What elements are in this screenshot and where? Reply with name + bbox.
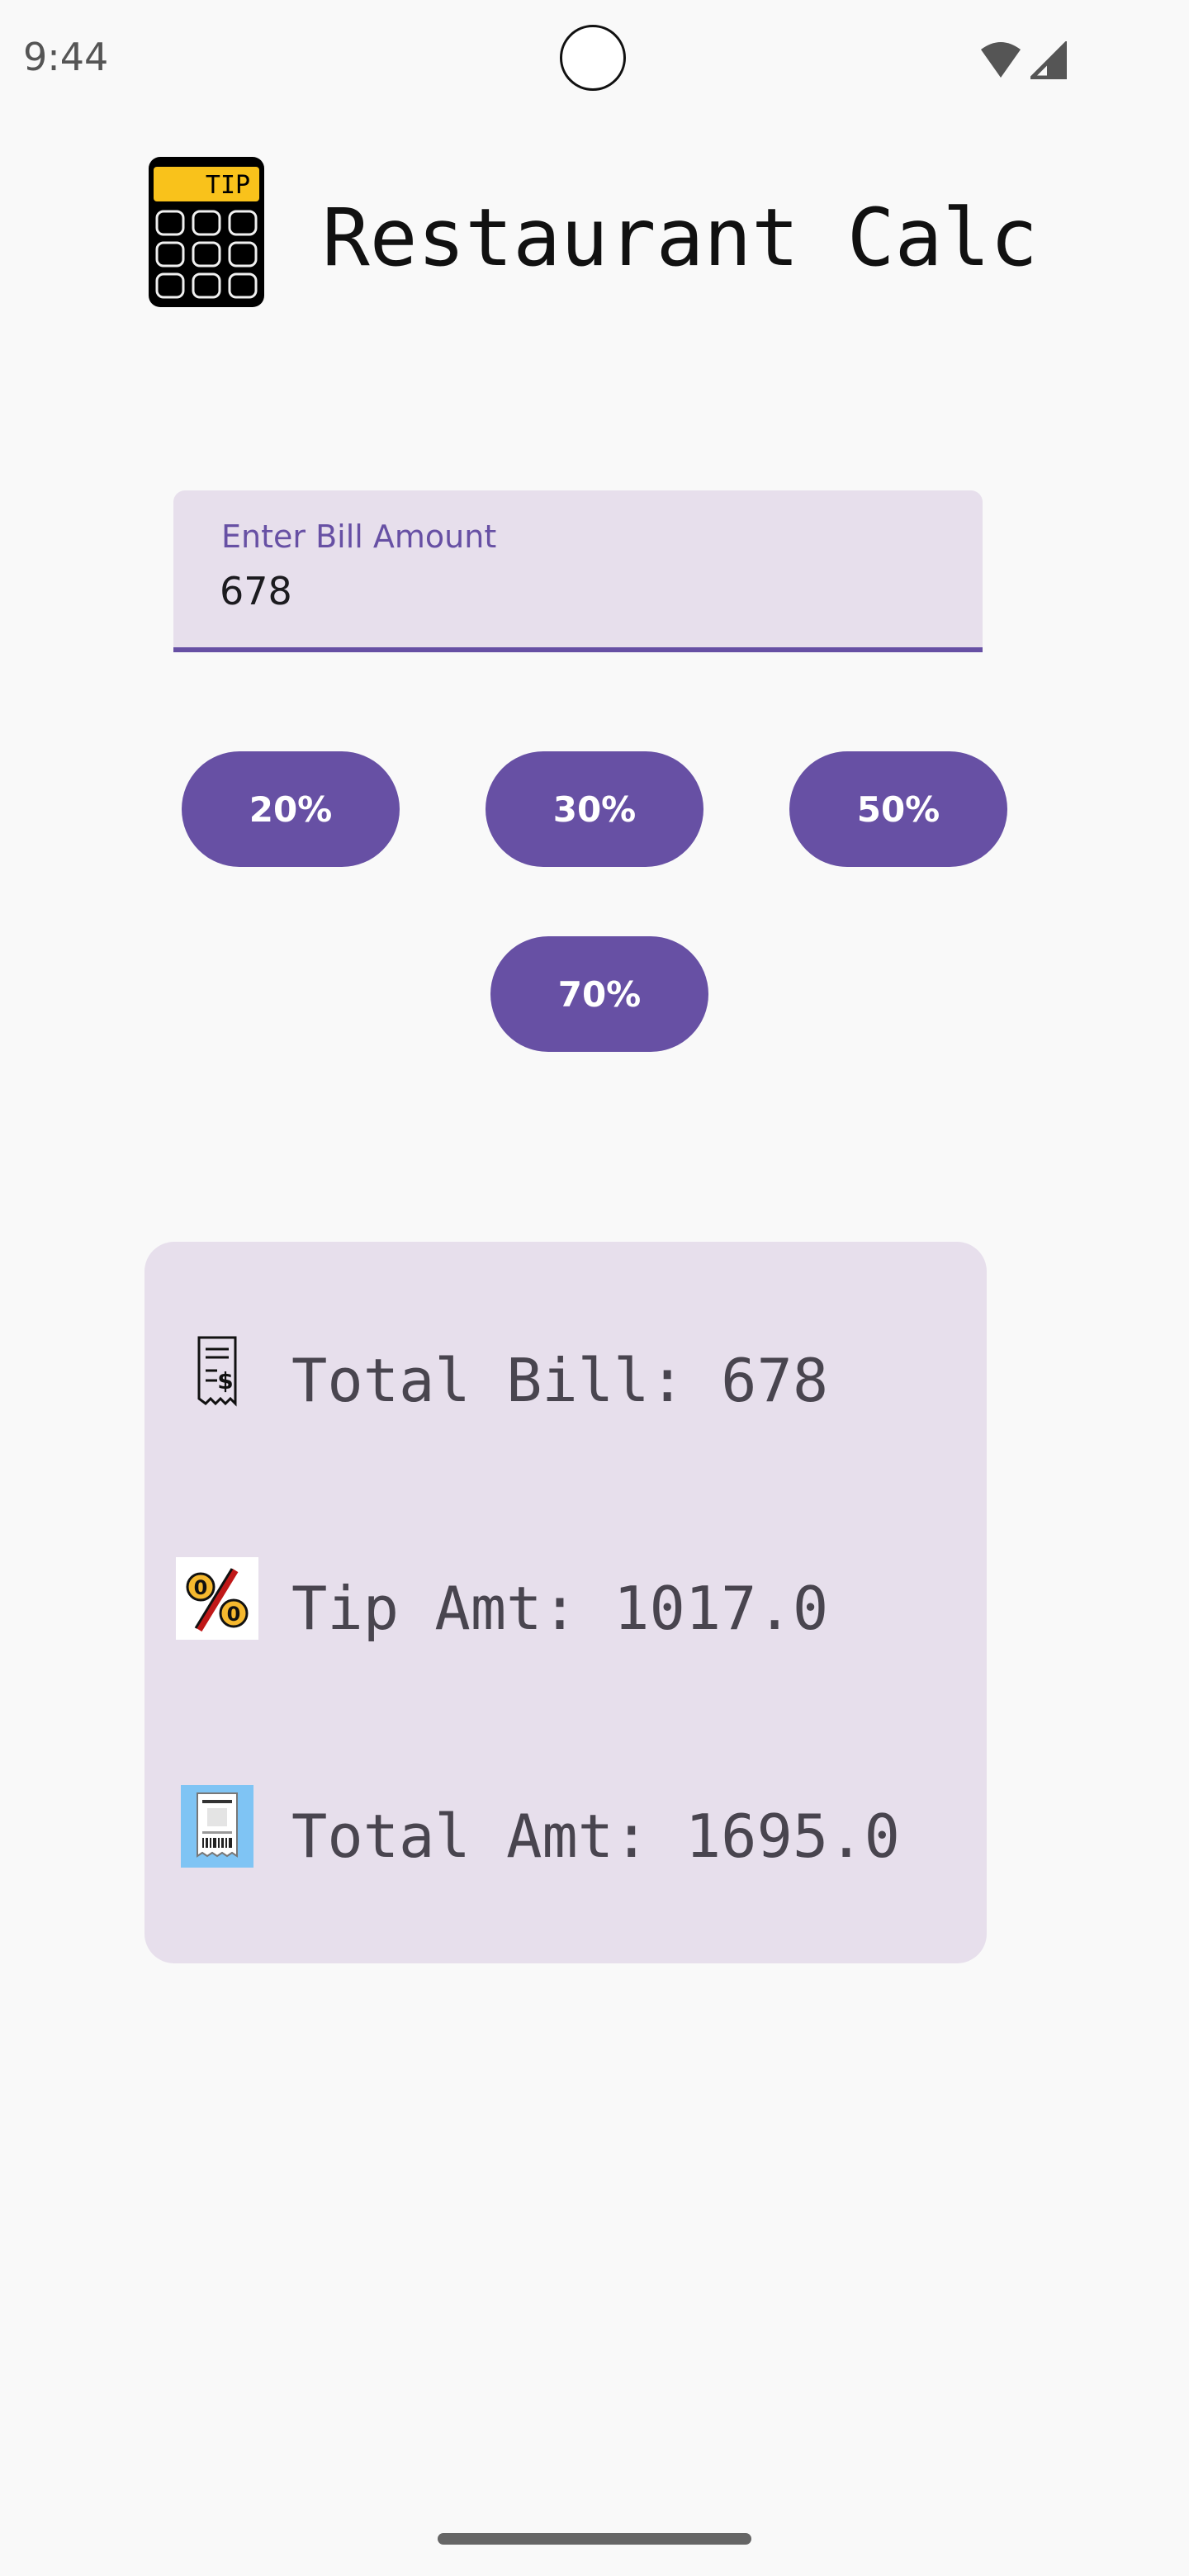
svg-text:0: 0: [194, 1576, 208, 1599]
bill-amount-field[interactable]: Enter Bill Amount: [173, 490, 983, 652]
total-amount-row: Total Amt: 1695.0: [144, 1783, 987, 1874]
svg-text:$: $: [217, 1367, 233, 1395]
tip-70-button[interactable]: 70%: [490, 936, 708, 1052]
bill-amount-input[interactable]: [220, 566, 930, 616]
tip-amount-row: 0 0 Tip Amt: 1017.0: [144, 1556, 987, 1646]
receipt-dollar-icon: $: [197, 1336, 237, 1407]
total-bill-row: $ Total Bill: 678: [144, 1328, 987, 1418]
svg-text:0: 0: [227, 1603, 241, 1626]
tip-50-button[interactable]: 50%: [789, 751, 1007, 867]
signal-icon: [1030, 41, 1067, 79]
field-underline: [173, 647, 983, 652]
camera-cutout: [560, 25, 626, 91]
tip-30-button[interactable]: 30%: [486, 751, 703, 867]
percent-coins-icon: 0 0: [176, 1557, 258, 1640]
calculator-logo-icon: TIP: [149, 157, 264, 307]
bill-amount-label: Enter Bill Amount: [221, 519, 497, 555]
status-bar: 9:44: [0, 0, 1189, 116]
home-indicator[interactable]: [438, 2533, 751, 2545]
total-amount-text: Total Amt: 1695.0: [291, 1802, 900, 1871]
app-title: Restaurant Calc: [322, 192, 1038, 284]
wifi-icon: [981, 42, 1021, 78]
receipt-icon: [181, 1785, 253, 1868]
tip-amount-text: Tip Amt: 1017.0: [291, 1574, 829, 1643]
status-time: 9:44: [23, 35, 109, 79]
tip-20-button[interactable]: 20%: [182, 751, 400, 867]
total-bill-text: Total Bill: 678: [291, 1346, 829, 1415]
results-card: $ Total Bill: 678 0 0 Tip Amt: 1017.0 To…: [144, 1242, 987, 1963]
logo-text: TIP: [206, 171, 250, 200]
